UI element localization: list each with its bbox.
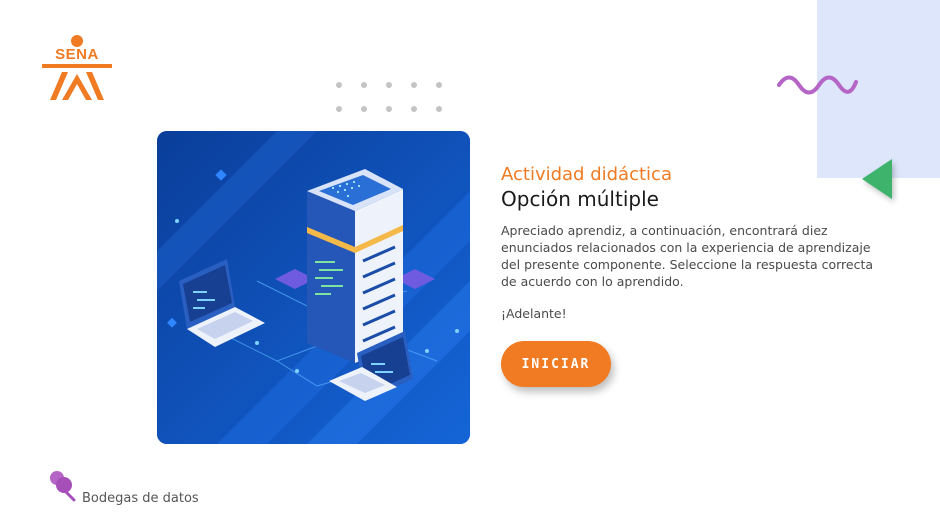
activity-content: Actividad didáctica Opción múltiple Apre…: [501, 164, 891, 321]
hero-illustration: [157, 131, 470, 444]
push-pin-icon: [50, 471, 76, 502]
activity-title: Opción múltiple: [501, 187, 659, 211]
sena-logo-text: SENA: [55, 46, 99, 63]
wave-decoration: [777, 75, 858, 95]
activity-description: Apreciado aprendiz, a continuación, enco…: [501, 223, 874, 289]
course-name: Bodegas de datos: [82, 491, 199, 506]
dots-decoration: [336, 82, 442, 112]
activity-cheer: ¡Adelante!: [501, 306, 567, 321]
activity-kicker: Actividad didáctica: [501, 164, 672, 185]
sena-logo: SENA: [40, 34, 114, 104]
server-network-illustration: [157, 131, 470, 444]
start-button[interactable]: INICIAR: [501, 341, 611, 387]
sena-logo-graphic: [42, 35, 112, 100]
